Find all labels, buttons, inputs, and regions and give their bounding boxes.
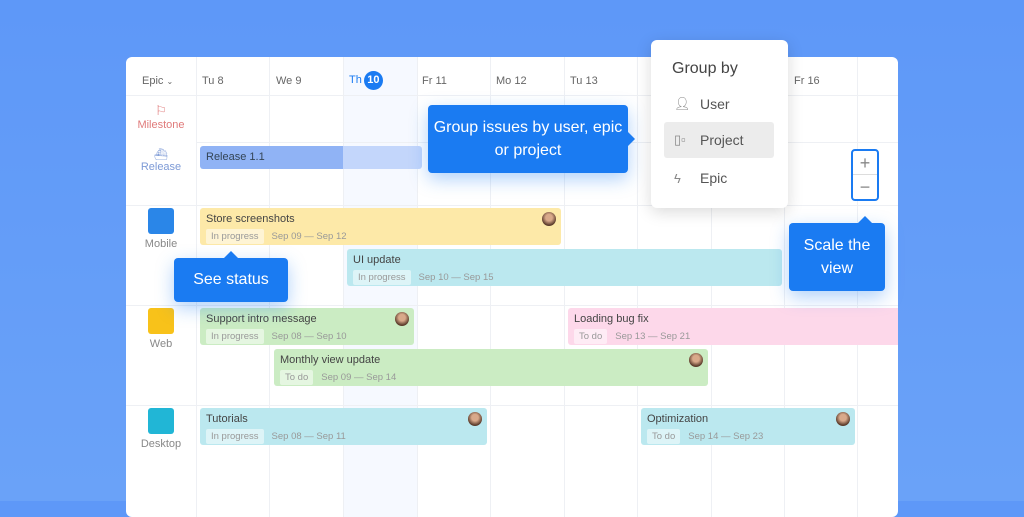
task-dates: Sep 13 — Sep 21 (615, 331, 691, 342)
task-dates: Sep 10 — Sep 15 (418, 272, 494, 283)
chevron-down-icon: ⌄ (166, 77, 174, 86)
status-badge: To do (574, 329, 608, 344)
status-badge: In progress (206, 229, 264, 244)
task-title: UI update (353, 254, 401, 266)
task-bar[interactable]: Optimization To do Sep 14 — Sep 23 (641, 408, 855, 445)
mobile-project-icon (148, 208, 174, 234)
status-badge: In progress (206, 429, 264, 444)
avatar (836, 412, 850, 426)
task-dates: Sep 08 — Sep 10 (271, 331, 347, 342)
flag-icon: ⚐ (155, 103, 167, 118)
board-icon: ▯▫ (674, 132, 686, 147)
day-header: We 9 (276, 75, 302, 87)
tooltip-scale: Scale the view (789, 216, 885, 291)
task-bar[interactable]: UI update In progress Sep 10 — Sep 15 (347, 249, 782, 286)
row-mobile: Mobile (126, 208, 196, 250)
lightning-icon: ϟ (674, 170, 681, 186)
group-by-popup: Group by 👤︎ User ▯▫ Project ϟ Epic (651, 40, 788, 208)
task-title: Store screenshots (206, 213, 295, 225)
status-badge: To do (280, 370, 314, 385)
tooltip-status: See status (174, 251, 288, 302)
group-by-user[interactable]: 👤︎ User (664, 86, 774, 122)
zoom-control: + − (851, 149, 879, 201)
day-header-today: Th 10 (349, 71, 383, 90)
group-by-project[interactable]: ▯▫ Project (664, 122, 774, 158)
desktop-project-icon (148, 408, 174, 434)
zoom-in-button[interactable]: + (853, 151, 877, 175)
task-title: Support intro message (206, 313, 317, 325)
avatar (395, 312, 409, 326)
day-header: Tu 8 (202, 75, 224, 87)
day-header: Fr 11 (422, 75, 447, 87)
task-bar[interactable]: Support intro message In progress Sep 08 —… (200, 308, 414, 345)
tooltip-group: Group issues by user, epic or project (428, 105, 635, 173)
ship-icon: ⛴ (154, 149, 168, 161)
task-bar[interactable]: Loading bug fix To do Sep 13 — Sep 21 (568, 308, 898, 345)
row-desktop: Desktop (126, 408, 196, 450)
day-header: Tu 13 (570, 75, 598, 87)
release-bar[interactable]: Release 1.1 (200, 146, 422, 169)
day-header: Mo 12 (496, 75, 527, 87)
day-header: Fr 16 (794, 75, 820, 87)
user-icon: 👤︎ (674, 96, 691, 111)
task-dates: Sep 09 — Sep 12 (271, 231, 347, 242)
status-badge: In progress (353, 270, 411, 285)
task-title: Monthly view update (280, 354, 381, 366)
task-dates: Sep 08 — Sep 11 (271, 431, 346, 442)
avatar (542, 212, 556, 226)
row-release: ⛴ Release (126, 148, 196, 173)
task-bar[interactable]: Monthly view update To do Sep 09 — Sep 14 (274, 349, 708, 386)
group-by-title: Group by (672, 60, 738, 77)
task-title: Loading bug fix (574, 313, 649, 325)
task-title: Optimization (647, 413, 709, 425)
task-title: Tutorials (206, 413, 248, 425)
avatar (689, 353, 703, 367)
group-select[interactable]: Epic ⌄ (142, 75, 173, 87)
task-dates: Sep 09 — Sep 14 (321, 372, 397, 383)
task-bar[interactable]: Store screenshots In progress Sep 09 — Sep… (200, 208, 561, 245)
status-badge: To do (647, 429, 681, 444)
avatar (468, 412, 482, 426)
status-badge: In progress (206, 329, 264, 344)
web-project-icon (148, 308, 174, 334)
row-milestone: ⚐ Milestone (126, 103, 196, 131)
today-column (343, 57, 417, 517)
group-by-epic[interactable]: ϟ Epic (664, 160, 774, 196)
row-web: Web (126, 308, 196, 350)
task-dates: Sep 14 — Sep 23 (688, 431, 764, 442)
task-bar[interactable]: Tutorials In progress Sep 08 — Sep 11 (200, 408, 487, 445)
zoom-out-button[interactable]: − (853, 175, 877, 199)
